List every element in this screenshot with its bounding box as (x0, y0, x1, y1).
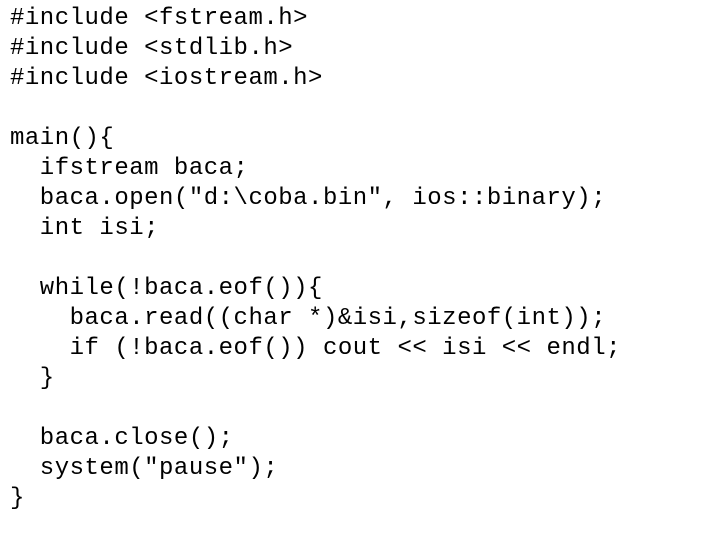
code-block: #include <fstream.h> #include <stdlib.h>… (0, 0, 720, 518)
